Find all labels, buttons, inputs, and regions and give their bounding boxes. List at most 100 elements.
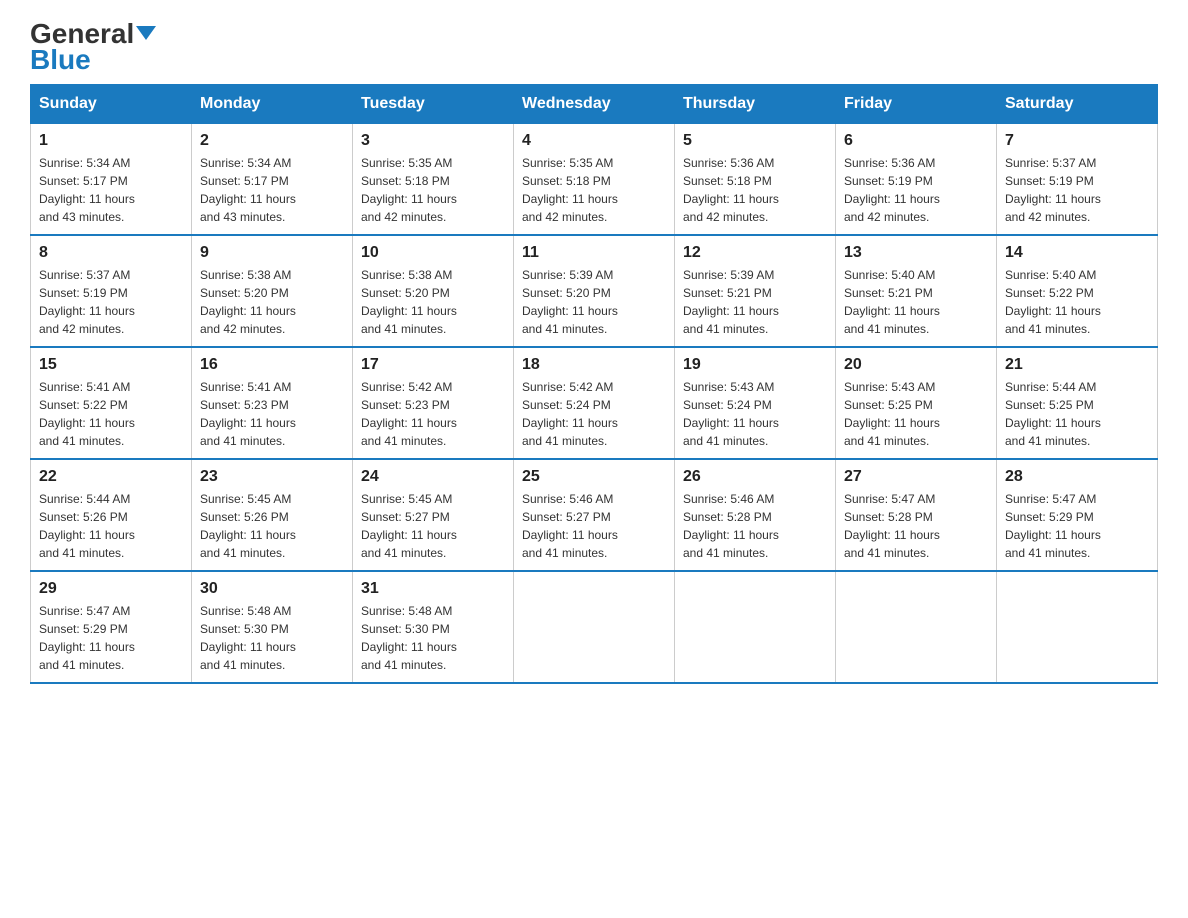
header-saturday: Saturday (997, 85, 1158, 124)
day-info: Sunrise: 5:35 AMSunset: 5:18 PMDaylight:… (361, 154, 505, 226)
calendar-week-row: 1 Sunrise: 5:34 AMSunset: 5:17 PMDaylight… (31, 124, 1158, 236)
day-info: Sunrise: 5:39 AMSunset: 5:20 PMDaylight:… (522, 266, 666, 338)
calendar-week-row: 22 Sunrise: 5:44 AMSunset: 5:26 PMDayligh… (31, 459, 1158, 571)
calendar-day-cell: 22 Sunrise: 5:44 AMSunset: 5:26 PMDayligh… (31, 459, 192, 571)
day-info: Sunrise: 5:35 AMSunset: 5:18 PMDaylight:… (522, 154, 666, 226)
day-number: 27 (844, 468, 988, 486)
day-number: 4 (522, 132, 666, 150)
day-number: 14 (1005, 244, 1149, 262)
day-info: Sunrise: 5:39 AMSunset: 5:21 PMDaylight:… (683, 266, 827, 338)
calendar-day-cell: 5 Sunrise: 5:36 AMSunset: 5:18 PMDaylight… (675, 124, 836, 236)
day-info: Sunrise: 5:47 AMSunset: 5:29 PMDaylight:… (39, 602, 183, 674)
calendar-day-cell: 10Sunrise: 5:38 AMSunset: 5:20 PMDayligh… (353, 235, 514, 347)
day-number: 2 (200, 132, 344, 150)
day-info: Sunrise: 5:36 AMSunset: 5:18 PMDaylight:… (683, 154, 827, 226)
day-info: Sunrise: 5:34 AMSunset: 5:17 PMDaylight:… (200, 154, 344, 226)
empty-cell (514, 571, 675, 683)
header-sunday: Sunday (31, 85, 192, 124)
calendar-day-cell: 25Sunrise: 5:46 AMSunset: 5:27 PMDayligh… (514, 459, 675, 571)
day-info: Sunrise: 5:37 AMSunset: 5:19 PMDaylight:… (39, 266, 183, 338)
calendar-day-cell: 15 Sunrise: 5:41 AMSunset: 5:22 PMDayligh… (31, 347, 192, 459)
day-number: 11 (522, 244, 666, 262)
calendar-day-cell: 16Sunrise: 5:41 AMSunset: 5:23 PMDayligh… (192, 347, 353, 459)
page-header: General Blue (30, 20, 1158, 74)
day-info: Sunrise: 5:38 AMSunset: 5:20 PMDaylight:… (200, 266, 344, 338)
day-info: Sunrise: 5:45 AMSunset: 5:27 PMDaylight:… (361, 490, 505, 562)
day-info: Sunrise: 5:40 AMSunset: 5:22 PMDaylight:… (1005, 266, 1149, 338)
day-number: 29 (39, 580, 183, 598)
logo-blue-text: Blue (30, 46, 91, 74)
calendar-day-cell: 6 Sunrise: 5:36 AMSunset: 5:19 PMDaylight… (836, 124, 997, 236)
day-number: 28 (1005, 468, 1149, 486)
calendar-week-row: 29 Sunrise: 5:47 AMSunset: 5:29 PMDayligh… (31, 571, 1158, 683)
calendar-day-cell: 17Sunrise: 5:42 AMSunset: 5:23 PMDayligh… (353, 347, 514, 459)
day-number: 23 (200, 468, 344, 486)
calendar-day-cell: 12 Sunrise: 5:39 AMSunset: 5:21 PMDayligh… (675, 235, 836, 347)
day-number: 12 (683, 244, 827, 262)
day-number: 18 (522, 356, 666, 374)
logo-arrow-icon (136, 26, 156, 40)
header-friday: Friday (836, 85, 997, 124)
calendar-day-cell: 23 Sunrise: 5:45 AMSunset: 5:26 PMDayligh… (192, 459, 353, 571)
day-number: 31 (361, 580, 505, 598)
calendar-day-cell: 1 Sunrise: 5:34 AMSunset: 5:17 PMDaylight… (31, 124, 192, 236)
calendar-body: 1 Sunrise: 5:34 AMSunset: 5:17 PMDaylight… (31, 124, 1158, 684)
calendar-day-cell: 14 Sunrise: 5:40 AMSunset: 5:22 PMDayligh… (997, 235, 1158, 347)
empty-cell (836, 571, 997, 683)
day-info: Sunrise: 5:43 AMSunset: 5:24 PMDaylight:… (683, 378, 827, 450)
calendar-day-cell: 3 Sunrise: 5:35 AMSunset: 5:18 PMDaylight… (353, 124, 514, 236)
day-number: 22 (39, 468, 183, 486)
day-info: Sunrise: 5:47 AMSunset: 5:28 PMDaylight:… (844, 490, 988, 562)
day-info: Sunrise: 5:40 AMSunset: 5:21 PMDaylight:… (844, 266, 988, 338)
day-info: Sunrise: 5:34 AMSunset: 5:17 PMDaylight:… (39, 154, 183, 226)
calendar-day-cell: 2 Sunrise: 5:34 AMSunset: 5:17 PMDaylight… (192, 124, 353, 236)
calendar-day-cell: 20 Sunrise: 5:43 AMSunset: 5:25 PMDayligh… (836, 347, 997, 459)
day-number: 19 (683, 356, 827, 374)
calendar-day-cell: 28 Sunrise: 5:47 AMSunset: 5:29 PMDayligh… (997, 459, 1158, 571)
calendar-day-cell: 27 Sunrise: 5:47 AMSunset: 5:28 PMDayligh… (836, 459, 997, 571)
calendar-day-cell: 21Sunrise: 5:44 AMSunset: 5:25 PMDayligh… (997, 347, 1158, 459)
header-wednesday: Wednesday (514, 85, 675, 124)
day-number: 5 (683, 132, 827, 150)
calendar-day-cell: 24 Sunrise: 5:45 AMSunset: 5:27 PMDayligh… (353, 459, 514, 571)
calendar-header: Sunday Monday Tuesday Wednesday Thursday… (31, 85, 1158, 124)
empty-cell (675, 571, 836, 683)
day-number: 24 (361, 468, 505, 486)
day-info: Sunrise: 5:48 AMSunset: 5:30 PMDaylight:… (200, 602, 344, 674)
calendar-day-cell: 4 Sunrise: 5:35 AMSunset: 5:18 PMDaylight… (514, 124, 675, 236)
day-number: 9 (200, 244, 344, 262)
day-info: Sunrise: 5:37 AMSunset: 5:19 PMDaylight:… (1005, 154, 1149, 226)
header-thursday: Thursday (675, 85, 836, 124)
day-info: Sunrise: 5:43 AMSunset: 5:25 PMDaylight:… (844, 378, 988, 450)
calendar-day-cell: 29 Sunrise: 5:47 AMSunset: 5:29 PMDayligh… (31, 571, 192, 683)
day-info: Sunrise: 5:44 AMSunset: 5:26 PMDaylight:… (39, 490, 183, 562)
calendar-week-row: 15 Sunrise: 5:41 AMSunset: 5:22 PMDayligh… (31, 347, 1158, 459)
logo: General Blue (30, 20, 156, 74)
header-monday: Monday (192, 85, 353, 124)
day-number: 15 (39, 356, 183, 374)
day-info: Sunrise: 5:41 AMSunset: 5:22 PMDaylight:… (39, 378, 183, 450)
calendar-day-cell: 19 Sunrise: 5:43 AMSunset: 5:24 PMDayligh… (675, 347, 836, 459)
day-number: 1 (39, 132, 183, 150)
day-number: 30 (200, 580, 344, 598)
day-info: Sunrise: 5:47 AMSunset: 5:29 PMDaylight:… (1005, 490, 1149, 562)
day-info: Sunrise: 5:41 AMSunset: 5:23 PMDaylight:… (200, 378, 344, 450)
day-info: Sunrise: 5:36 AMSunset: 5:19 PMDaylight:… (844, 154, 988, 226)
day-number: 6 (844, 132, 988, 150)
day-info: Sunrise: 5:46 AMSunset: 5:27 PMDaylight:… (522, 490, 666, 562)
calendar-table: Sunday Monday Tuesday Wednesday Thursday… (30, 84, 1158, 684)
day-number: 10 (361, 244, 505, 262)
calendar-day-cell: 7Sunrise: 5:37 AMSunset: 5:19 PMDaylight… (997, 124, 1158, 236)
calendar-day-cell: 18Sunrise: 5:42 AMSunset: 5:24 PMDayligh… (514, 347, 675, 459)
day-number: 3 (361, 132, 505, 150)
day-number: 17 (361, 356, 505, 374)
day-number: 20 (844, 356, 988, 374)
calendar-day-cell: 31Sunrise: 5:48 AMSunset: 5:30 PMDayligh… (353, 571, 514, 683)
calendar-day-cell: 30 Sunrise: 5:48 AMSunset: 5:30 PMDayligh… (192, 571, 353, 683)
day-info: Sunrise: 5:45 AMSunset: 5:26 PMDaylight:… (200, 490, 344, 562)
day-number: 26 (683, 468, 827, 486)
header-row: Sunday Monday Tuesday Wednesday Thursday… (31, 85, 1158, 124)
day-info: Sunrise: 5:44 AMSunset: 5:25 PMDaylight:… (1005, 378, 1149, 450)
calendar-day-cell: 8Sunrise: 5:37 AMSunset: 5:19 PMDaylight… (31, 235, 192, 347)
calendar-day-cell: 13Sunrise: 5:40 AMSunset: 5:21 PMDayligh… (836, 235, 997, 347)
